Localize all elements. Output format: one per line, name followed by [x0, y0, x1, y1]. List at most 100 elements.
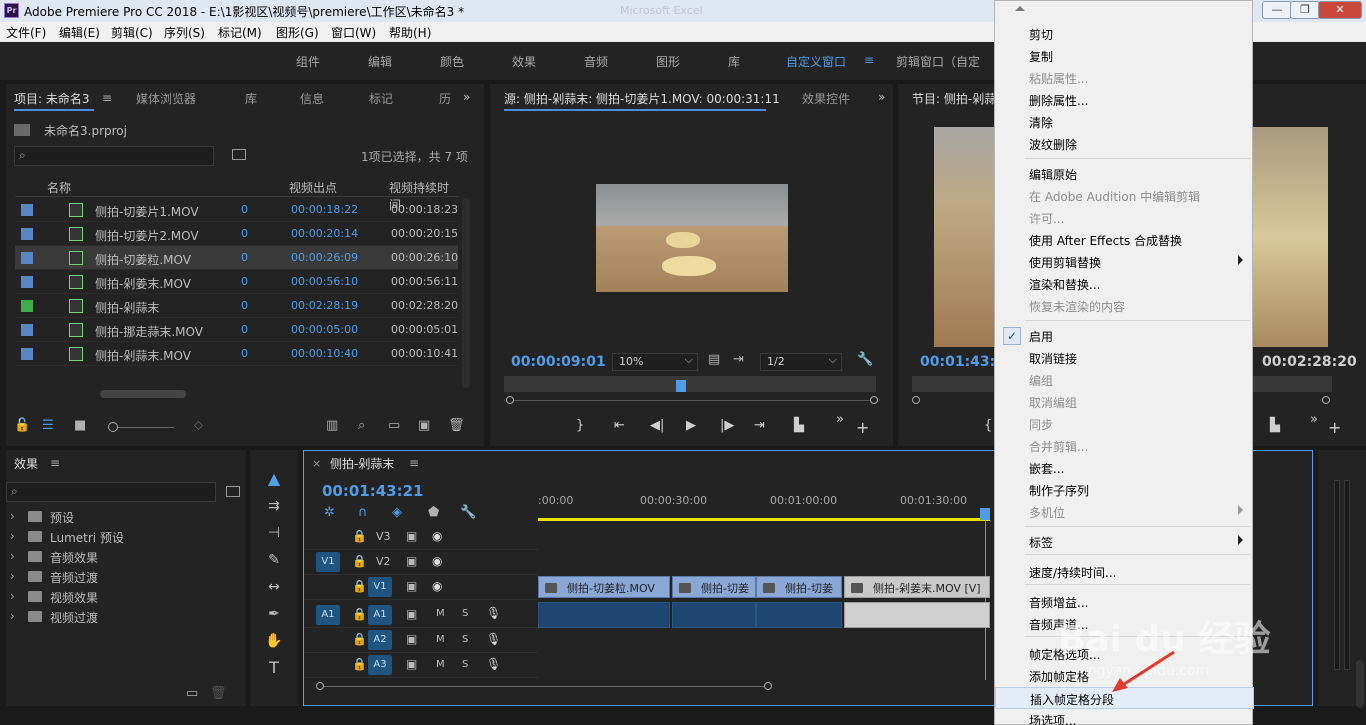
context-menu-item[interactable]: 波纹删除 [995, 133, 1254, 155]
project-search-input[interactable] [14, 146, 214, 166]
context-menu-item[interactable]: 制作子序列 [995, 479, 1254, 501]
context-menu-item[interactable]: 编组 [995, 369, 1254, 391]
context-menu-item[interactable]: 场选项... [995, 709, 1254, 725]
project-vertical-scrollbar[interactable] [462, 198, 470, 388]
workspace-audio[interactable]: 音频 [584, 53, 608, 70]
add-button-icon[interactable]: + [856, 418, 869, 437]
solo-button[interactable]: S [462, 659, 468, 670]
source-scroll-right[interactable] [870, 396, 878, 404]
sync-lock-icon[interactable]: ▣ [406, 607, 417, 621]
context-menu-item[interactable]: 使用剪辑替换 [995, 251, 1254, 273]
expand-chevron-icon[interactable]: › [10, 589, 15, 603]
context-menu-item[interactable]: 剪切 [995, 23, 1254, 45]
label-color-swatch[interactable] [21, 228, 33, 240]
context-menu-item[interactable]: 粘贴属性... [995, 67, 1254, 89]
microphone-icon[interactable]: 🎙 [486, 606, 501, 620]
sync-lock-icon[interactable]: ▣ [406, 579, 417, 593]
effects-folder-item[interactable]: › 视频过渡 [6, 607, 236, 627]
effects-menu-icon[interactable]: ≡ [50, 456, 60, 470]
source-zoom-select[interactable]: 10% [612, 352, 698, 371]
pen-tool-icon[interactable]: ✒ [261, 602, 287, 626]
target-a3[interactable]: A3 [368, 655, 392, 675]
project-item-row[interactable]: 侧拍-切姜粒.MOV 0 00:00:26:09 00:00:26:10 [15, 246, 458, 270]
context-menu-item[interactable]: 取消链接 [995, 347, 1254, 369]
add-marker-icon[interactable]: ⬟ [428, 505, 439, 520]
mute-button[interactable]: M [436, 659, 445, 670]
effects-folder-item[interactable]: › 音频过渡 [6, 567, 236, 587]
context-menu-item[interactable]: 删除属性... [995, 89, 1254, 111]
workspace-effects[interactable]: 效果 [512, 53, 536, 70]
workspace-custom[interactable]: 自定义窗口 [786, 53, 846, 70]
effects-folder-item[interactable]: › Lumetri 预设 [6, 527, 236, 547]
menu-sequence[interactable]: 序列(S) [164, 24, 205, 41]
target-a1[interactable]: A1 [368, 605, 392, 625]
sync-lock-icon[interactable]: ▣ [406, 632, 417, 646]
lock-icon[interactable]: 🔒 [352, 554, 367, 568]
context-menu-item[interactable]: 标签 [995, 531, 1254, 553]
project-item-row[interactable]: 侧拍-剁蒜末 0 00:02:28:19 00:02:28:20 [15, 294, 458, 318]
hand-tool-icon[interactable]: ✋ [261, 629, 287, 653]
menu-file[interactable]: 文件(F) [6, 24, 46, 41]
video-clip-selected[interactable]: 侧拍-剁姜末.MOV [V] [844, 576, 990, 598]
settings-arrows-icon[interactable]: ⇥ [733, 352, 744, 367]
effects-new-bin-icon[interactable] [226, 486, 240, 497]
effects-delete-icon[interactable]: 🗑 [210, 686, 227, 701]
context-menu-item[interactable]: 编辑原始 [995, 163, 1254, 185]
play-icon[interactable]: ▶ [686, 418, 696, 433]
target-v1[interactable]: V1 [368, 577, 392, 597]
label-color-swatch[interactable] [21, 300, 33, 312]
context-menu-item[interactable]: 多机位 [995, 501, 1254, 523]
sync-lock-icon[interactable]: ▣ [406, 529, 417, 543]
menu-graphics[interactable]: 图形(G) [276, 24, 319, 41]
project-horizontal-scrollbar[interactable] [100, 390, 186, 398]
source-playhead[interactable] [676, 380, 686, 392]
audio-clip[interactable] [538, 602, 670, 628]
ripple-edit-tool-icon[interactable]: ⊣ [261, 521, 287, 545]
mark-out-icon[interactable]: } [576, 418, 584, 433]
razor-tool-icon[interactable]: ✎ [261, 548, 287, 572]
insert-icon[interactable]: ▙ [794, 418, 804, 433]
audio-clip[interactable] [756, 602, 842, 628]
workspace-assembly[interactable]: 组件 [296, 53, 320, 70]
timeline-settings-icon[interactable]: 🔧 [460, 505, 476, 520]
menu-help[interactable]: 帮助(H) [389, 24, 431, 41]
selection-tool-icon[interactable]: ▲ [261, 467, 287, 491]
more-controls-icon[interactable]: » [836, 412, 844, 427]
close-window-button[interactable]: ✕ [1318, 1, 1362, 19]
context-menu-item[interactable]: 许可... [995, 207, 1254, 229]
timeline-playhead-handle[interactable] [980, 508, 990, 520]
expand-chevron-icon[interactable]: › [10, 509, 15, 523]
expand-chevron-icon[interactable]: › [10, 529, 15, 543]
microphone-icon[interactable]: 🎙 [486, 657, 501, 671]
program-timeline-bar[interactable] [912, 376, 994, 392]
project-item-row[interactable]: 侧拍-切姜片1.MOV 0 00:00:18:22 00:00:18:23 [15, 198, 458, 222]
lock-icon[interactable]: 🔓 [14, 418, 30, 433]
program-add-button-icon[interactable]: + [1328, 418, 1341, 437]
project-item-row[interactable]: 侧拍-挪走蒜末.MOV 0 00:00:05:00 00:00:05:01 [15, 318, 458, 342]
source-more-tabs-icon[interactable]: » [878, 90, 885, 104]
lock-icon[interactable]: 🔒 [352, 607, 367, 621]
eye-icon[interactable]: ◉ [432, 554, 442, 568]
work-area-bar[interactable] [538, 518, 990, 521]
program-more-controls-icon[interactable]: » [1310, 412, 1318, 427]
video-clip[interactable]: 侧拍-切姜 [756, 576, 842, 598]
tab-info[interactable]: 信息 [300, 90, 324, 107]
source-patch-v1[interactable]: V1 [316, 552, 340, 572]
zoom-slider-track[interactable] [118, 427, 174, 428]
automate-to-sequence-icon[interactable]: ▥ [326, 418, 338, 433]
context-menu-item[interactable]: 嵌套... [995, 457, 1254, 479]
label-color-swatch[interactable] [21, 348, 33, 360]
trash-icon[interactable]: 🗑 [448, 418, 465, 433]
source-patch-a1[interactable]: A1 [316, 605, 340, 625]
effects-folder-item[interactable]: › 音频效果 [6, 547, 236, 567]
safe-margins-icon[interactable]: ▤ [708, 352, 720, 367]
snap-icon[interactable]: ∩ [358, 505, 368, 520]
project-item-row[interactable]: 侧拍-切姜片2.MOV 0 00:00:20:14 00:00:20:15 [15, 222, 458, 246]
context-menu-item[interactable]: 渲染和替换... [995, 273, 1254, 295]
lock-icon[interactable]: 🔒 [352, 632, 367, 646]
program-timecode[interactable]: 00:01:43:2 [920, 354, 1005, 370]
solo-button[interactable]: S [462, 608, 468, 619]
program-scroll-right[interactable] [1322, 396, 1330, 404]
go-to-in-icon[interactable]: ⇤ [614, 418, 625, 433]
context-menu-item[interactable]: 启用 ✓ [995, 325, 1254, 347]
